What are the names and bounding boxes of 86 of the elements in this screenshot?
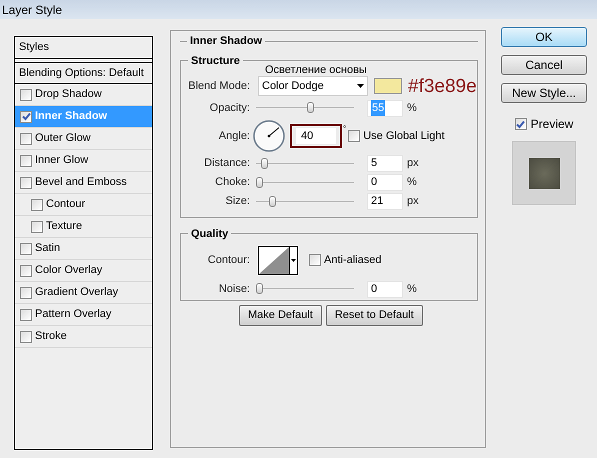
contour-curve-icon — [259, 246, 289, 274]
preview-swatch — [528, 158, 560, 188]
angle-value-field[interactable]: 40 — [290, 124, 342, 148]
checkbox-label: Use Global Light — [363, 128, 445, 144]
field-label: Choke: — [214, 175, 250, 190]
field-label: Noise: — [218, 282, 250, 297]
unit-label: px — [407, 156, 419, 172]
checkbox[interactable] — [31, 220, 43, 232]
slider-thumb[interactable] — [256, 176, 263, 188]
checkbox[interactable] — [20, 308, 32, 320]
checkbox[interactable] — [20, 88, 32, 100]
degree-symbol: ° — [343, 125, 346, 133]
item-label: Color Overlay — [35, 263, 102, 278]
section-title: Inner Shadow — [190, 35, 262, 47]
item-label: Texture — [46, 219, 82, 234]
blend-mode-dropdown[interactable]: Color Dodge — [258, 76, 368, 96]
unit-label: % — [407, 175, 417, 190]
checkbox[interactable] — [20, 110, 32, 122]
checkbox-label: Preview — [530, 116, 574, 133]
checkbox[interactable] — [309, 254, 321, 266]
slider-thumb[interactable] — [268, 196, 276, 206]
item-label: Drop Shadow — [35, 87, 102, 102]
color-code-note: #f3e89e — [408, 76, 477, 96]
caret-icon — [357, 84, 364, 88]
field-label: Blend Mode: — [187, 78, 250, 94]
checkbox[interactable] — [20, 132, 32, 144]
caret-icon — [291, 258, 296, 262]
item-label: Gradient Overlay — [35, 285, 118, 300]
section-title: Quality — [191, 228, 228, 240]
field-label: Size: — [224, 194, 250, 210]
list-header: Styles — [15, 37, 152, 59]
list-item[interactable]: Stroke — [15, 326, 152, 348]
item-label: Inner Shadow — [35, 109, 108, 124]
checkbox[interactable] — [20, 154, 32, 166]
slider-thumb[interactable] — [260, 158, 268, 168]
value-field[interactable]: 5 — [367, 155, 403, 172]
checkbox[interactable] — [20, 176, 32, 188]
slider-thumb[interactable] — [256, 283, 263, 294]
selected-text: 55 — [371, 100, 386, 116]
item-label: Stroke — [35, 329, 67, 344]
checkbox[interactable] — [31, 198, 43, 210]
checkbox[interactable] — [20, 264, 32, 276]
checkbox[interactable] — [20, 330, 32, 342]
action-button[interactable]: Make Default — [239, 304, 322, 326]
field-label: Contour: — [206, 252, 250, 268]
item-label: Outer Glow — [35, 131, 91, 146]
item-label: Pattern Overlay — [35, 307, 112, 322]
checkbox-label: Anti-aliased — [324, 252, 382, 268]
item-label: Satin — [35, 241, 60, 256]
checkbox[interactable] — [20, 242, 32, 254]
list-item[interactable]: Gradient Overlay — [15, 282, 152, 304]
field-label: Angle: — [218, 128, 250, 144]
value-field[interactable]: 21 — [367, 193, 403, 210]
list-item[interactable]: Inner Glow — [15, 150, 152, 172]
unit-label: % — [407, 282, 417, 297]
section-title: Structure — [191, 54, 240, 66]
annotation-text: Осветление основы — [265, 63, 367, 78]
list-item[interactable]: Texture — [15, 216, 152, 238]
item-label: Bevel and Emboss — [35, 175, 127, 190]
dialog-button[interactable]: OK — [501, 27, 587, 47]
dialog-button[interactable]: Cancel — [501, 55, 587, 75]
checkbox[interactable] — [20, 286, 32, 298]
field-label: Distance: — [203, 156, 250, 172]
slider-thumb[interactable] — [306, 102, 314, 113]
list-item[interactable]: Blending Options: Default — [15, 62, 152, 84]
list-item[interactable]: Bevel and Emboss — [15, 172, 152, 194]
list-item[interactable]: Contour — [15, 194, 152, 216]
unit-label: px — [407, 194, 419, 210]
color-swatch[interactable] — [374, 78, 402, 94]
window-title: Layer Style — [2, 2, 62, 18]
dialog-button[interactable]: New Style... — [501, 83, 587, 103]
unit-label: % — [407, 100, 417, 116]
angle-dial[interactable] — [253, 120, 285, 152]
value-field[interactable]: 0 — [367, 280, 403, 298]
list-item[interactable]: Satin — [15, 238, 152, 260]
value-field[interactable]: 0 — [367, 174, 403, 191]
checkbox[interactable] — [514, 118, 527, 130]
checkbox[interactable] — [348, 130, 360, 142]
field-label: Opacity: — [208, 100, 250, 116]
list-item[interactable]: Outer Glow — [15, 128, 152, 150]
list-item[interactable]: Pattern Overlay — [15, 304, 152, 326]
item-label: Contour — [46, 197, 86, 212]
action-button[interactable]: Reset to Default — [326, 304, 423, 326]
list-item[interactable]: Color Overlay — [15, 260, 152, 282]
item-label: Inner Glow — [35, 153, 88, 168]
contour-picker[interactable] — [258, 246, 298, 274]
